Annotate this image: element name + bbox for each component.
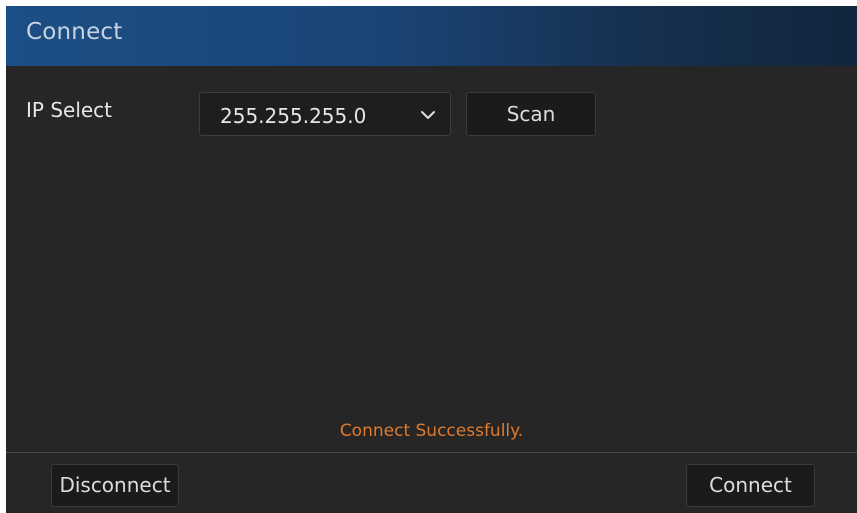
status-message: Connect Successfully.: [339, 421, 524, 441]
ip-select-dropdown[interactable]: 255.255.255.0: [199, 92, 451, 136]
chevron-down-icon: [421, 111, 435, 119]
connect-button[interactable]: Connect: [686, 464, 815, 507]
connect-dialog: Connect IP Select 255.255.255.0 Scan Con…: [6, 6, 857, 513]
scan-button[interactable]: Scan: [466, 92, 596, 136]
ip-select-label: IP Select: [26, 98, 113, 122]
disconnect-button[interactable]: Disconnect: [51, 464, 179, 507]
ip-select-value: 255.255.255.0: [220, 104, 367, 128]
footer-divider: [6, 452, 857, 453]
dialog-title: Connect: [26, 19, 123, 45]
title-bar: Connect: [6, 6, 857, 66]
